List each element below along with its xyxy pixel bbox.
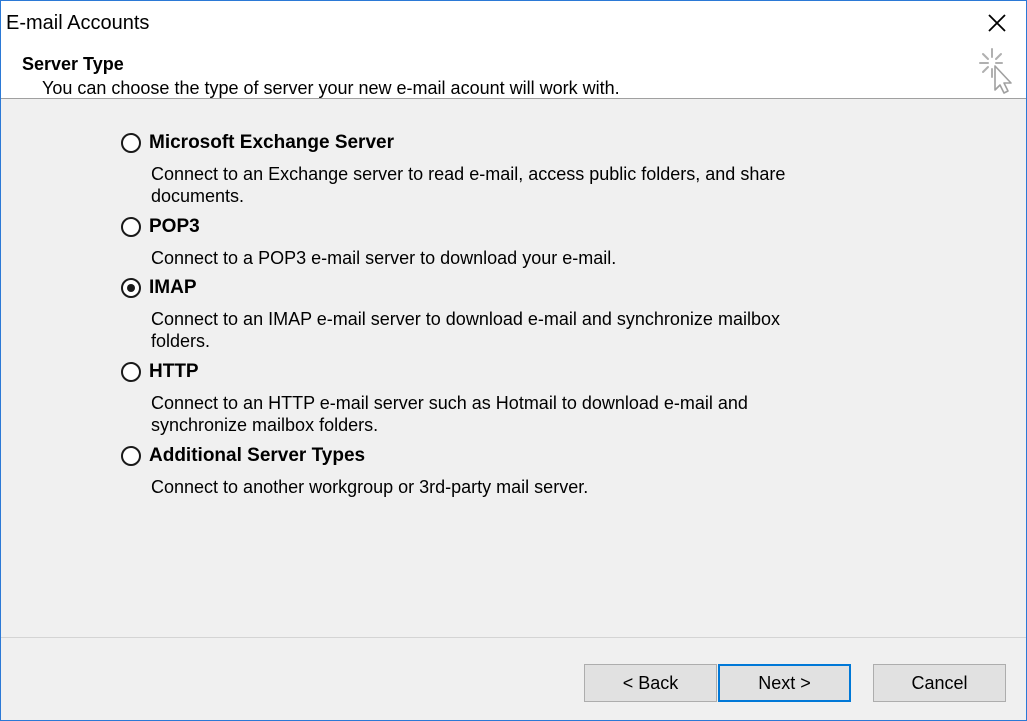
exchange-description: Connect to an Exchange server to read e-…: [151, 164, 786, 206]
email-accounts-dialog: E-mail Accounts Server Type You can choo…: [0, 0, 1027, 721]
exchange-radio-row[interactable]: Microsoft Exchange Server: [121, 129, 841, 157]
pop3-radio-row[interactable]: POP3: [121, 213, 841, 241]
pop3-radio[interactable]: [121, 217, 141, 237]
option-http: HTTP Connect to an HTTP e-mail server su…: [121, 358, 841, 436]
footer-divider: [1, 637, 1026, 638]
imap-label: IMAP: [149, 277, 197, 298]
additional-label: Additional Server Types: [149, 445, 366, 466]
window-title: E-mail Accounts: [6, 12, 150, 34]
exchange-label: Microsoft Exchange Server: [149, 132, 394, 153]
next-button[interactable]: Next >: [718, 664, 851, 702]
imap-radio-row[interactable]: IMAP: [121, 274, 841, 302]
http-radio[interactable]: [121, 362, 141, 382]
http-radio-row[interactable]: HTTP: [121, 358, 841, 386]
option-exchange: Microsoft Exchange Server Connect to an …: [121, 129, 841, 207]
title-bar: E-mail Accounts: [1, 1, 1026, 45]
wizard-cursor-icon: [979, 48, 1012, 94]
close-button[interactable]: [968, 1, 1026, 45]
additional-description: Connect to another workgroup or 3rd-part…: [151, 477, 589, 497]
additional-radio[interactable]: [121, 446, 141, 466]
option-pop3: POP3 Connect to a POP3 e-mail server to …: [121, 213, 841, 269]
exchange-radio[interactable]: [121, 133, 141, 153]
pop3-description: Connect to a POP3 e-mail server to downl…: [151, 248, 617, 268]
imap-radio[interactable]: [121, 278, 141, 298]
additional-radio-row[interactable]: Additional Server Types: [121, 442, 841, 470]
page-subtitle: You can choose the type of server your n…: [42, 78, 620, 98]
pop3-label: POP3: [149, 216, 200, 237]
imap-description: Connect to an IMAP e-mail server to down…: [151, 309, 780, 351]
http-label: HTTP: [149, 361, 199, 382]
back-button[interactable]: < Back: [584, 664, 717, 702]
page-title: Server Type: [22, 54, 124, 74]
http-description: Connect to an HTTP e-mail server such as…: [151, 393, 748, 435]
option-additional-server-types: Additional Server Types Connect to anoth…: [121, 442, 841, 498]
option-imap: IMAP Connect to an IMAP e-mail server to…: [121, 274, 841, 352]
cancel-button[interactable]: Cancel: [873, 664, 1006, 702]
close-icon: [988, 14, 1006, 32]
page-header: Server Type You can choose the type of s…: [1, 45, 1026, 99]
